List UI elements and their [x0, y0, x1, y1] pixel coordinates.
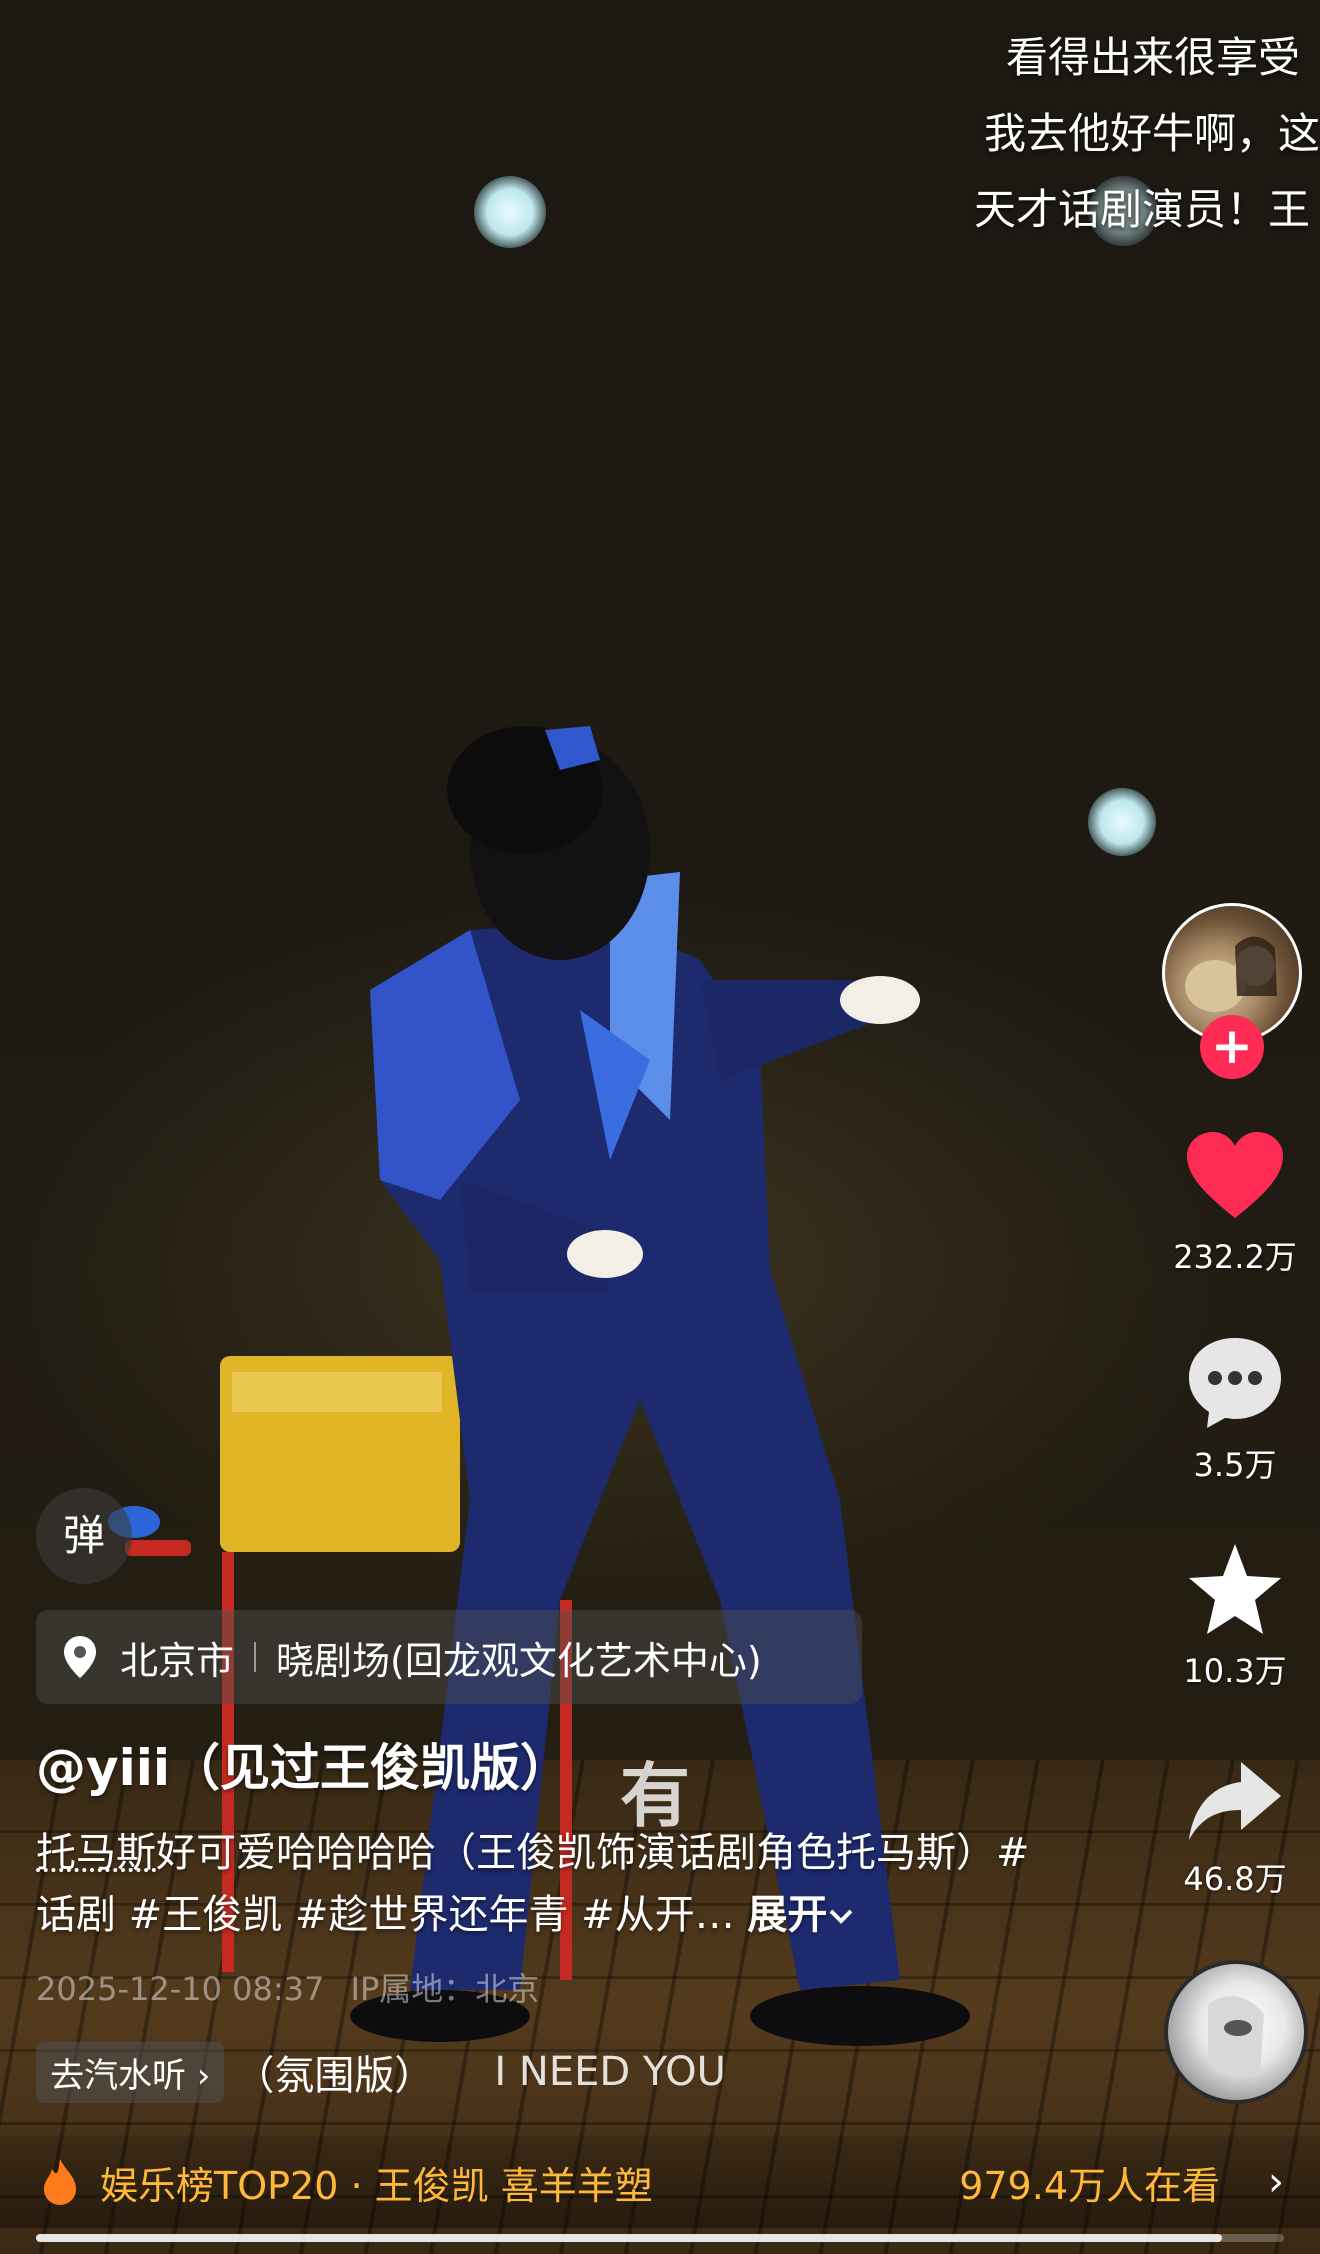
share-icon[interactable]: [1185, 1758, 1285, 1844]
location-tag[interactable]: 北京市 晓剧场(回龙观文化艺术中心): [36, 1610, 862, 1704]
location-venue: 晓剧场(回龙观文化艺术中心): [276, 1638, 762, 1683]
expand-button[interactable]: 展开: [747, 1892, 827, 1938]
open-in-qishui-button[interactable]: 去汽水听 ›: [36, 2041, 225, 2103]
flame-icon: [44, 2159, 76, 2205]
comment-overlay: 看得出来很享受 我去他好牛啊，这 天才话剧演员！王: [660, 20, 1320, 248]
danmu-toggle-button[interactable]: 弹: [36, 1488, 132, 1584]
post-meta: 2025-12-10 08:37 IP属地：北京: [36, 1964, 539, 2010]
post-datetime: 2025-12-10 08:37: [36, 1970, 325, 2008]
location-city: 北京市: [120, 1638, 235, 1683]
overlay-comment-line: 天才话剧演员！王: [973, 185, 1310, 234]
star-icon[interactable]: [1185, 1540, 1285, 1636]
video-description[interactable]: 托马斯好可爱哈哈哈哈（王俊凯饰演话剧角色托马斯）#话剧 #王俊凯 #趁世界还年青…: [36, 1822, 1056, 1946]
comment-count: 3.5万: [1193, 1446, 1277, 1484]
video-progress-bar[interactable]: [36, 2234, 1284, 2242]
share-action[interactable]: 46.8万: [1160, 1758, 1310, 1900]
description-highlight[interactable]: 托马斯: [36, 1830, 156, 1876]
trending-bar[interactable]: 娱乐榜TOP20 · 王俊凯 喜羊羊塑 979.4万人在看 ›: [0, 2136, 1320, 2228]
ip-location: IP属地：北京: [350, 1970, 540, 2008]
comment-icon[interactable]: [1185, 1334, 1285, 1430]
share-count: 46.8万: [1183, 1860, 1287, 1898]
music-row[interactable]: 去汽水听 › （氛围版） I NEED YOU: [36, 2040, 726, 2104]
song-title: （氛围版）: [234, 2053, 435, 2099]
favorite-action[interactable]: 10.3万: [1160, 1540, 1310, 1692]
heart-icon[interactable]: [1185, 1130, 1285, 1222]
comment-action[interactable]: 3.5万: [1160, 1334, 1310, 1486]
author-avatar-wrap[interactable]: +: [1162, 903, 1302, 1079]
location-separator: [254, 1642, 257, 1672]
follow-button[interactable]: +: [1200, 1015, 1264, 1079]
like-action[interactable]: 232.2万: [1160, 1130, 1310, 1278]
author-name[interactable]: @yiii（见过王俊凯版）: [36, 1728, 570, 1800]
like-count: 232.2万: [1173, 1238, 1297, 1276]
overlay-comment-line: 看得出来很享受: [1005, 33, 1300, 82]
location-pin-icon: [64, 1636, 96, 1678]
description-text: 好可爱哈哈哈哈（王俊凯饰演话剧角色托马斯）#话剧 #王俊凯 #趁世界还年青 #从…: [36, 1830, 1030, 1938]
progress-fill: [36, 2234, 1222, 2242]
open-in-qishui-label: 去汽水听: [50, 2055, 186, 2096]
trending-viewers: 979.4万人在看: [959, 2163, 1220, 2208]
trending-title: 娱乐榜TOP20 · 王俊凯 喜羊羊塑: [100, 2163, 653, 2208]
overlay-comment-line: 我去他好牛啊，这: [983, 109, 1320, 158]
music-disc[interactable]: [1164, 1960, 1308, 2104]
chevron-down-icon[interactable]: [827, 1907, 855, 1927]
favorite-count: 10.3万: [1183, 1652, 1287, 1690]
music-disc-cover: [1208, 1996, 1264, 2078]
song-subtitle: I NEED YOU: [494, 2049, 726, 2095]
chevron-right-icon[interactable]: ›: [1268, 2159, 1284, 2205]
